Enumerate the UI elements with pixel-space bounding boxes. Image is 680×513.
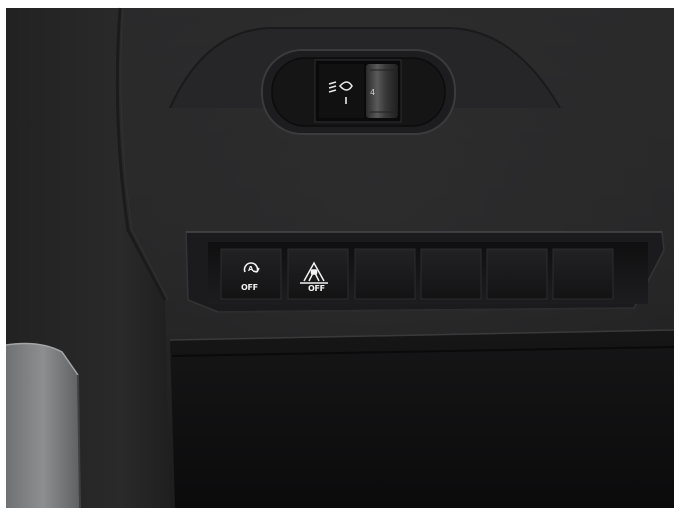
auto-a-glyph: A (248, 265, 254, 273)
dashboard-illustration: 4 A OFF OFF (0, 0, 680, 513)
car-dashboard-photo: 4 A OFF OFF (0, 0, 680, 513)
blank-switch-2[interactable] (420, 248, 482, 300)
leveller-setting-label: 4 (370, 88, 375, 97)
stop-start-off-button[interactable]: A OFF (220, 248, 282, 300)
blank-switch-1[interactable] (354, 248, 416, 300)
collision-alert-off-label: OFF (308, 284, 325, 293)
collision-alert-off-button[interactable]: OFF (287, 248, 349, 300)
blank-switch-3[interactable] (486, 248, 548, 300)
headlamp-leveller[interactable]: 4 (314, 59, 402, 123)
blank-switch-4[interactable] (552, 248, 614, 300)
lower-dashboard (169, 329, 675, 508)
stop-start-off-label: OFF (241, 283, 258, 292)
grey-trim-panel (5, 342, 81, 509)
